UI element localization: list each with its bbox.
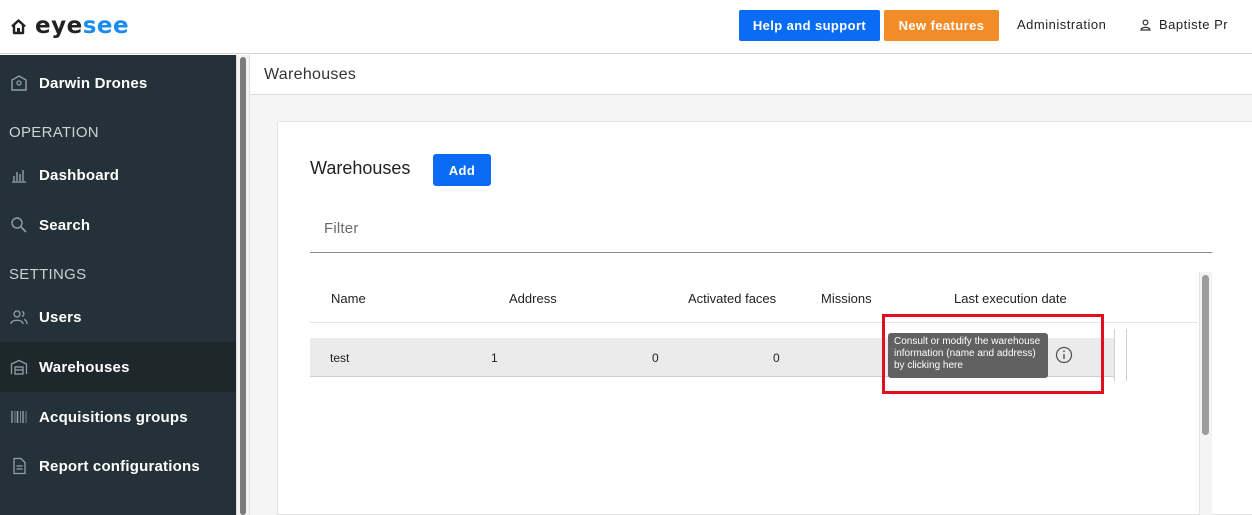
warehouse-icon: [10, 358, 28, 376]
new-features-button[interactable]: New features: [884, 10, 999, 41]
user-icon: [1140, 18, 1151, 31]
sidebar: Darwin Drones OPERATION Dashboard Search…: [0, 55, 236, 515]
column-header-address[interactable]: Address: [509, 291, 557, 306]
user-name: Baptiste Pr: [1159, 17, 1229, 32]
logo-text: eyesee: [35, 12, 129, 40]
sidebar-section-operation: OPERATION: [9, 124, 99, 141]
column-header-activated-faces[interactable]: Activated faces: [688, 291, 776, 306]
cell-name: test: [330, 351, 350, 365]
cell-activated-faces: 0: [652, 351, 659, 365]
barcode-icon: [10, 408, 28, 426]
column-header-name[interactable]: Name: [331, 291, 366, 306]
row-divider: [1126, 329, 1127, 381]
help-support-button[interactable]: Help and support: [739, 10, 880, 41]
sidebar-item-users[interactable]: Users: [0, 292, 236, 342]
sidebar-item-search[interactable]: Search: [0, 200, 236, 250]
sidebar-item-label: Users: [39, 308, 82, 326]
filter-placeholder: Filter: [324, 220, 359, 237]
logo[interactable]: eyesee: [10, 12, 129, 40]
sidebar-item-label: Darwin Drones: [39, 74, 148, 92]
search-icon: [10, 216, 28, 234]
sidebar-item-warehouses[interactable]: Warehouses: [0, 342, 236, 392]
logo-text-see: see: [82, 13, 130, 39]
row-divider: [1114, 329, 1115, 381]
sidebar-item-label: Dashboard: [39, 166, 120, 184]
table-scrollbar[interactable]: [1199, 272, 1212, 515]
sidebar-item-label: Search: [39, 216, 91, 234]
sidebar-scrollbar[interactable]: [236, 55, 250, 515]
sidebar-item-label: Acquisitions groups: [39, 408, 188, 426]
administration-link[interactable]: Administration: [1017, 17, 1106, 32]
filter-input[interactable]: Filter: [310, 207, 1212, 253]
add-warehouse-button[interactable]: Add: [433, 154, 491, 186]
page: eyesee Help and support New features Adm…: [0, 0, 1252, 515]
sidebar-item-label: Warehouses: [39, 358, 130, 376]
column-header-missions[interactable]: Missions: [821, 291, 872, 306]
user-menu[interactable]: Baptiste Pr: [1140, 17, 1228, 32]
sidebar-section-settings: SETTINGS: [9, 266, 87, 283]
sidebar-item-company[interactable]: Darwin Drones: [0, 58, 236, 108]
sidebar-item-label: Report configurations: [39, 457, 200, 475]
users-icon: [10, 308, 28, 326]
page-title: Warehouses: [264, 66, 357, 83]
cell-missions: 0: [773, 351, 780, 365]
logo-text-eye: eye: [35, 13, 83, 39]
top-bar: eyesee Help and support New features Adm…: [0, 0, 1252, 54]
cell-address: 1: [491, 351, 498, 365]
card-title: Warehouses: [310, 158, 411, 178]
sidebar-item-dashboard[interactable]: Dashboard: [0, 150, 236, 200]
table-scrollbar-thumb[interactable]: [1202, 275, 1209, 435]
home-icon: [11, 18, 26, 34]
warehouses-card: [277, 121, 1252, 515]
document-icon: [10, 457, 28, 475]
column-header-last-execution-date[interactable]: Last execution date: [954, 291, 1067, 306]
building-icon: [10, 74, 28, 92]
sidebar-item-acquisitions-groups[interactable]: Acquisitions groups: [0, 392, 236, 442]
sidebar-scrollbar-thumb[interactable]: [240, 57, 246, 515]
highlight-box: [882, 314, 1104, 394]
bar-chart-icon: [10, 166, 28, 184]
sidebar-item-report-configurations[interactable]: Report configurations: [0, 441, 236, 491]
